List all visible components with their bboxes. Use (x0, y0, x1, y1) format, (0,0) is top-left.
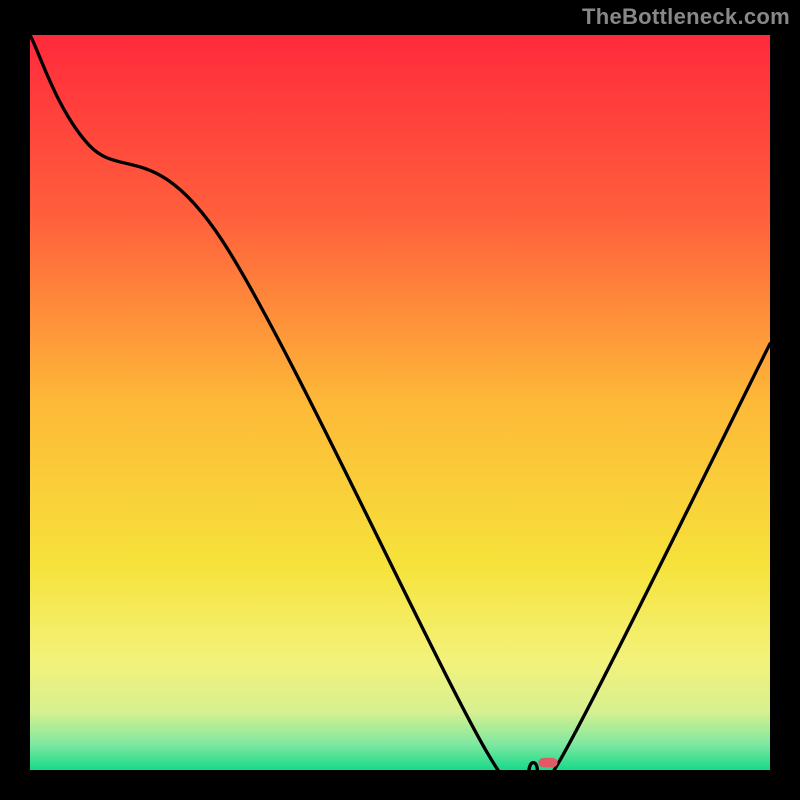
gradient-background (30, 35, 770, 770)
watermark-text: TheBottleneck.com (582, 4, 790, 30)
plot-area (30, 35, 770, 770)
chart-frame: TheBottleneck.com (0, 0, 800, 800)
optimal-point-marker (538, 758, 557, 768)
plot-svg (30, 35, 770, 770)
